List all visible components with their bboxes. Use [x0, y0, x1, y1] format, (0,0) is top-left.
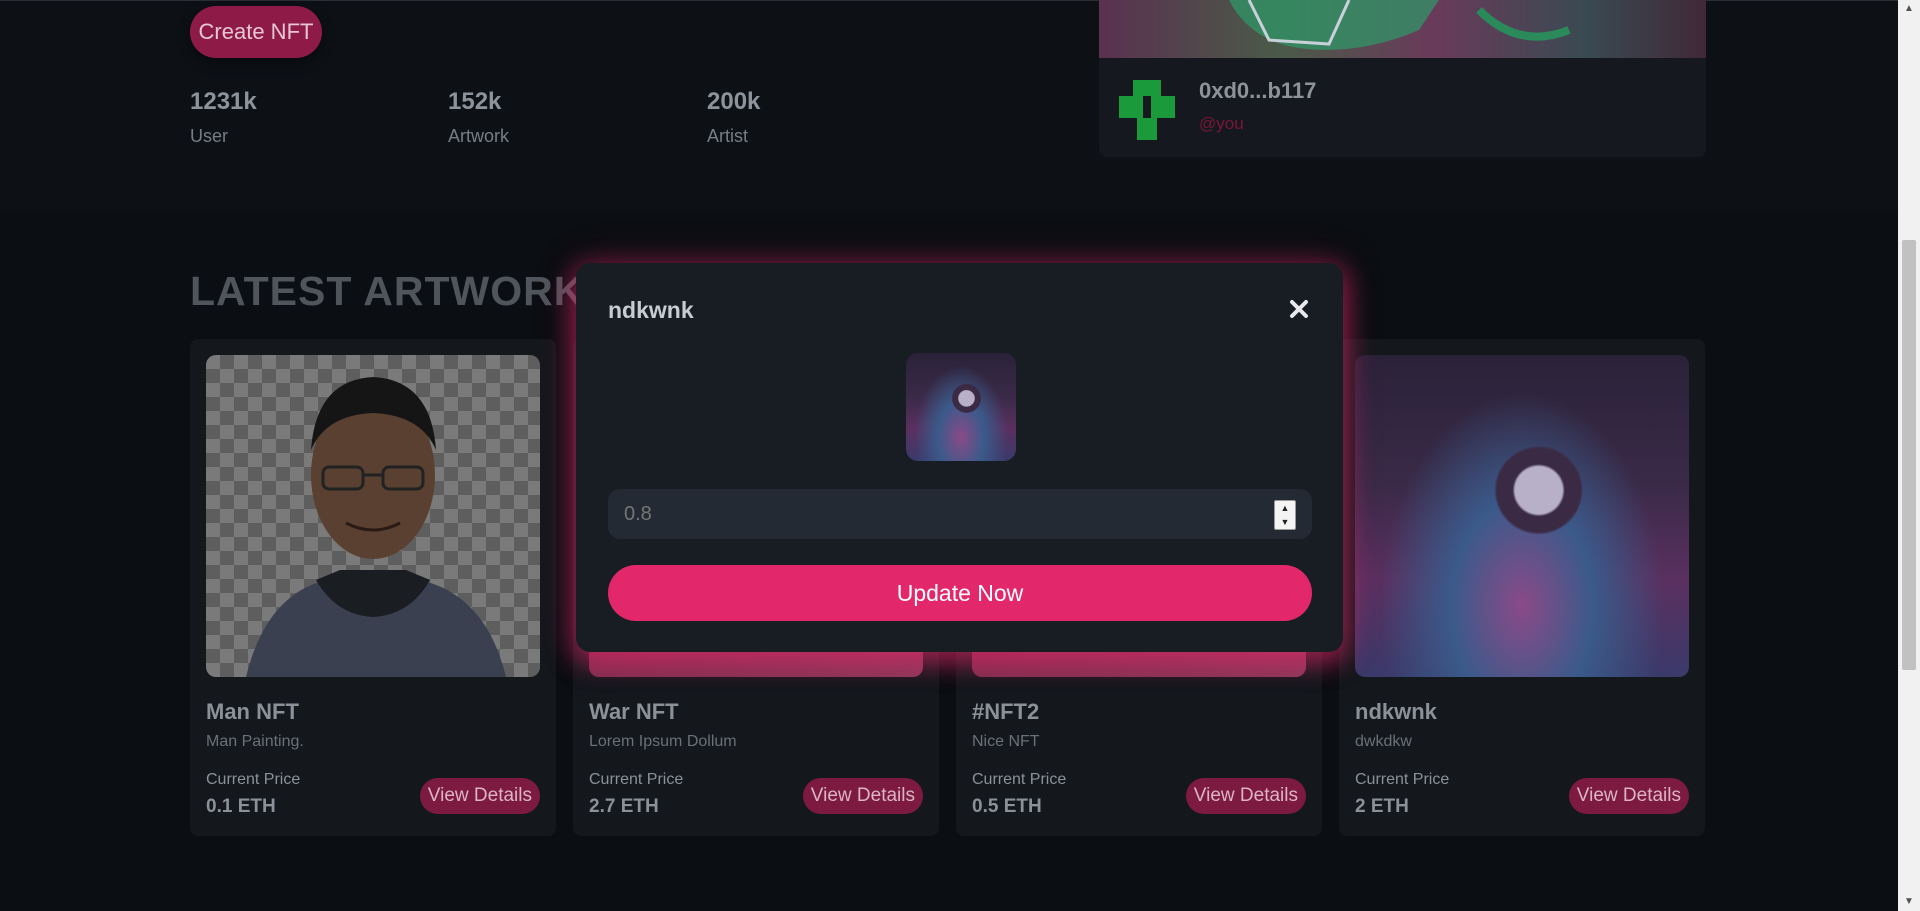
card-title: Man NFT	[206, 699, 299, 724]
price-value: 0.5 ETH	[972, 796, 1042, 817]
stepper-down-icon[interactable]: ▼	[1275, 515, 1295, 529]
stat-value: 200k	[707, 88, 761, 115]
artwork-card: Man NFT Man Painting. Current Price 0.1 …	[190, 339, 556, 836]
create-nft-button[interactable]: Create NFT	[190, 6, 322, 58]
price-label: Current Price	[1355, 771, 1450, 788]
card-description: Man Painting.	[206, 733, 304, 750]
stat-value: 1231k	[190, 88, 257, 115]
nft-thumbnail-image	[906, 353, 1016, 461]
view-details-button[interactable]: View Details	[1185, 778, 1306, 814]
card-title: War NFT	[589, 699, 679, 724]
price-field: ▲ ▼	[608, 489, 1312, 539]
card-description: dwkdkw	[1355, 733, 1412, 750]
stat-label: Artwork	[448, 126, 510, 146]
stat-users: 1231k User	[190, 88, 257, 147]
view-details-button[interactable]: View Details	[1568, 778, 1689, 814]
price-value: 2 ETH	[1355, 796, 1409, 817]
scroll-up-icon[interactable]: ▲	[1898, 0, 1920, 18]
price-label: Current Price	[589, 771, 684, 788]
close-icon[interactable]	[1285, 295, 1313, 323]
update-price-modal: ndkwnk ▲ ▼ Update Now	[576, 263, 1343, 652]
price-value: 2.7 ETH	[589, 796, 659, 817]
featured-artwork-image	[1099, 0, 1706, 58]
wallet-address: 0xd0...b117	[1199, 78, 1317, 103]
stat-value: 152k	[448, 88, 502, 115]
wallet-avatar-icon	[1113, 76, 1181, 144]
stepper-up-icon[interactable]: ▲	[1275, 501, 1295, 515]
card-description: Nice NFT	[972, 733, 1040, 750]
scrollbar-thumb[interactable]	[1902, 240, 1916, 670]
stat-label: Artist	[707, 126, 749, 146]
astronaut-image	[1355, 355, 1689, 677]
number-stepper[interactable]: ▲ ▼	[1274, 500, 1296, 530]
card-description: Lorem Ipsum Dollum	[589, 733, 737, 750]
portrait-image	[206, 355, 540, 677]
artwork-card: ndkwnk dwkdkw Current Price 2 ETH View D…	[1339, 339, 1705, 836]
scroll-down-icon[interactable]: ▼	[1898, 893, 1920, 911]
card-title: #NFT2	[972, 699, 1040, 724]
vertical-scrollbar[interactable]: ▲ ▼	[1898, 0, 1920, 911]
featured-nft-card[interactable]: 0xd0...b117 @you	[1099, 0, 1706, 157]
price-label: Current Price	[206, 771, 301, 788]
update-now-button[interactable]: Update Now	[608, 565, 1312, 621]
view-details-button[interactable]: View Details	[419, 778, 540, 814]
price-value: 0.1 ETH	[206, 796, 276, 817]
owner-handle[interactable]: @you	[1199, 114, 1244, 134]
stat-artists: 200k Artist	[707, 88, 760, 147]
section-title: LATEST ARTWORKS	[190, 268, 613, 314]
modal-title: ndkwnk	[608, 297, 694, 323]
price-input[interactable]	[608, 489, 1280, 539]
stat-label: User	[190, 126, 229, 146]
card-title: ndkwnk	[1355, 699, 1437, 724]
stat-artworks: 152k Artwork	[448, 88, 509, 147]
view-details-button[interactable]: View Details	[802, 778, 923, 814]
price-label: Current Price	[972, 771, 1067, 788]
